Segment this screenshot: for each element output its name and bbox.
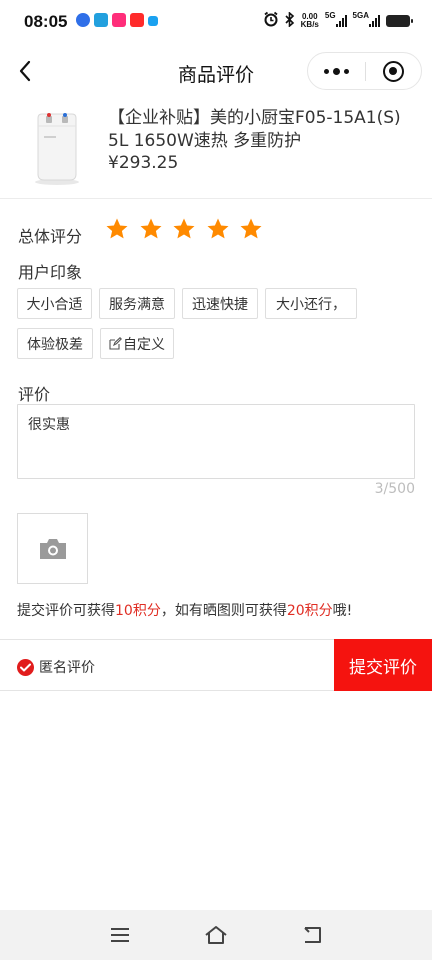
overall-rating-label: 总体评分 xyxy=(18,227,83,246)
impression-tag[interactable]: 大小合适 xyxy=(17,288,92,319)
star-rating xyxy=(105,217,263,241)
menu-button[interactable] xyxy=(106,922,134,948)
points-hint: 提交评价可获得10积分，如有晒图则可获得20积分哦! xyxy=(17,600,352,620)
signal-label-2: 5GA xyxy=(352,10,369,20)
system-nav-bar xyxy=(0,910,432,960)
impression-tag[interactable]: 迅速快捷 xyxy=(182,288,258,319)
nav-bar: 商品评价 xyxy=(0,44,432,100)
tencent-icon xyxy=(148,16,158,26)
custom-tag-button[interactable]: 自定义 xyxy=(100,328,174,359)
net-speed-unit: KB/s xyxy=(300,20,319,29)
star-icon[interactable] xyxy=(239,217,263,241)
impression-tag[interactable]: 大小还行， xyxy=(265,288,357,319)
product-title: 【企业补贴】美的小厨宝F05-15A1(S) 5L 1650W速热 多重防护 xyxy=(108,108,401,151)
capsule-divider xyxy=(365,62,366,81)
mini-program-capsule xyxy=(307,52,422,90)
add-photo-button[interactable] xyxy=(17,513,88,584)
notification-icons xyxy=(76,13,158,27)
net-speed: 0.00 KB/s xyxy=(301,13,319,29)
signal-label-1: 5G xyxy=(324,10,336,20)
char-counter: 3/500 xyxy=(374,481,415,497)
back-nav-button[interactable] xyxy=(298,922,326,948)
more-dot xyxy=(333,67,340,75)
points-hint-middle: ，如有晒图则可获得 xyxy=(160,603,287,619)
submit-bar: 匿名评价 提交评价 xyxy=(0,639,432,691)
impression-label: 用户印象 xyxy=(18,263,83,282)
product-price: ¥293.25 xyxy=(108,153,179,173)
more-button[interactable] xyxy=(308,53,365,89)
baidu-app-icon xyxy=(76,13,90,27)
status-bar: 08:05 0.00 KB/s 5G 5GA xyxy=(0,0,432,44)
home-icon xyxy=(205,926,227,944)
live-app-icon xyxy=(130,13,144,27)
home-button[interactable] xyxy=(202,922,230,948)
star-icon[interactable] xyxy=(172,217,196,241)
review-label: 评价 xyxy=(18,385,51,404)
alarm-icon xyxy=(263,11,279,31)
telegram-icon xyxy=(94,13,108,27)
camera-icon xyxy=(39,538,66,559)
close-mini-program-button[interactable] xyxy=(383,61,404,82)
points-hint-suffix: 哦! xyxy=(332,603,353,619)
product-card: 【企业补贴】美的小厨宝F05-15A1(S) 5L 1650W速热 多重防护 ¥… xyxy=(0,100,432,199)
more-dot xyxy=(344,68,349,74)
submit-review-button[interactable]: 提交评价 xyxy=(334,639,432,691)
battery-icon xyxy=(386,15,413,27)
status-time: 08:05 xyxy=(24,12,68,31)
points-value-1: 10积分 xyxy=(115,603,161,619)
return-icon xyxy=(304,927,321,943)
check-circle-icon xyxy=(17,658,34,676)
water-heater-image xyxy=(35,113,79,185)
impression-tag[interactable]: 服务满意 xyxy=(99,288,175,319)
edit-icon xyxy=(109,337,122,350)
review-textarea[interactable]: 很实惠 xyxy=(17,404,415,479)
taobao-live-icon xyxy=(112,13,126,27)
signal-icon-1 xyxy=(335,15,347,27)
product-image xyxy=(22,106,92,186)
points-hint-prefix: 提交评价可获得 xyxy=(17,603,115,619)
anonymous-toggle[interactable]: 匿名评价 xyxy=(17,657,95,677)
points-value-2: 20积分 xyxy=(286,603,333,619)
review-text: 很实惠 xyxy=(28,417,70,433)
anonymous-label: 匿名评价 xyxy=(39,660,95,676)
signal-icon-2 xyxy=(369,15,380,27)
more-dot xyxy=(324,68,329,74)
bluetooth-icon xyxy=(285,10,295,31)
impression-tag[interactable]: 体验极差 xyxy=(17,328,93,359)
star-icon[interactable] xyxy=(206,217,230,241)
star-icon[interactable] xyxy=(139,217,163,241)
menu-icon xyxy=(111,928,129,942)
custom-tag-label: 自定义 xyxy=(123,336,165,353)
star-icon[interactable] xyxy=(105,217,129,241)
